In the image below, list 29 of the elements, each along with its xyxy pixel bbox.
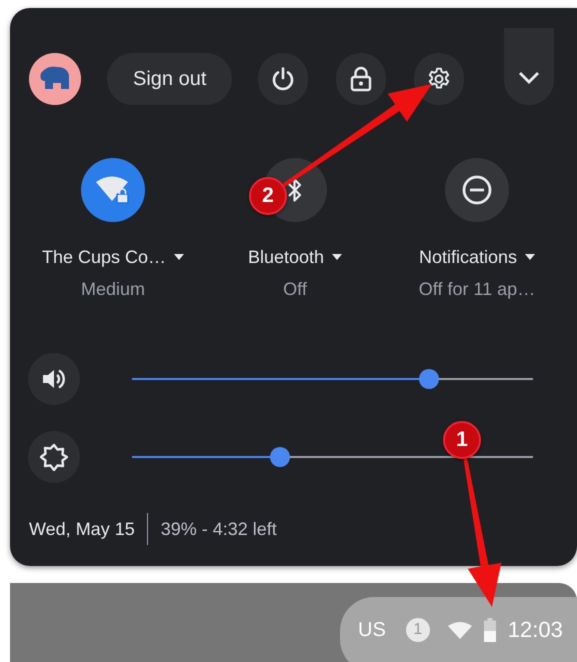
feature-label[interactable]: Notifications [418,245,536,269]
feature-label[interactable]: Bluetooth [248,245,342,269]
chevron-down-icon [518,71,540,85]
dropdown-icon [525,254,536,260]
notification-count: 1 [406,618,430,642]
clock: 12:03 [508,617,563,643]
lock-icon [350,66,372,92]
feature-status: Off [283,278,307,301]
brightness-icon [40,443,68,471]
feature-status: Medium [80,278,146,301]
date[interactable]: Wed, May 15 [29,517,135,541]
wifi-lock-icon [95,175,131,205]
feature-status: Off for 11 ap… [418,278,536,301]
dropdown-icon [174,254,184,260]
slider-thumb[interactable] [418,369,439,389]
dropdown-icon [332,254,342,260]
volume-icon [41,367,67,391]
avatar[interactable] [29,53,81,105]
feature-label[interactable]: The Cups Co… [42,245,184,269]
wifi-icon [448,621,472,639]
do-not-disturb-icon [461,174,493,206]
collapse-button[interactable] [504,28,554,105]
battery-icon [484,618,496,642]
power-icon [270,66,296,92]
slider-thumb[interactable] [270,447,290,467]
sign-out-button[interactable]: Sign out [107,53,232,105]
keyboard-layout: US [358,618,386,642]
slider-track[interactable] [132,369,533,389]
battery-status: 39% - 4:32 left [160,518,277,541]
